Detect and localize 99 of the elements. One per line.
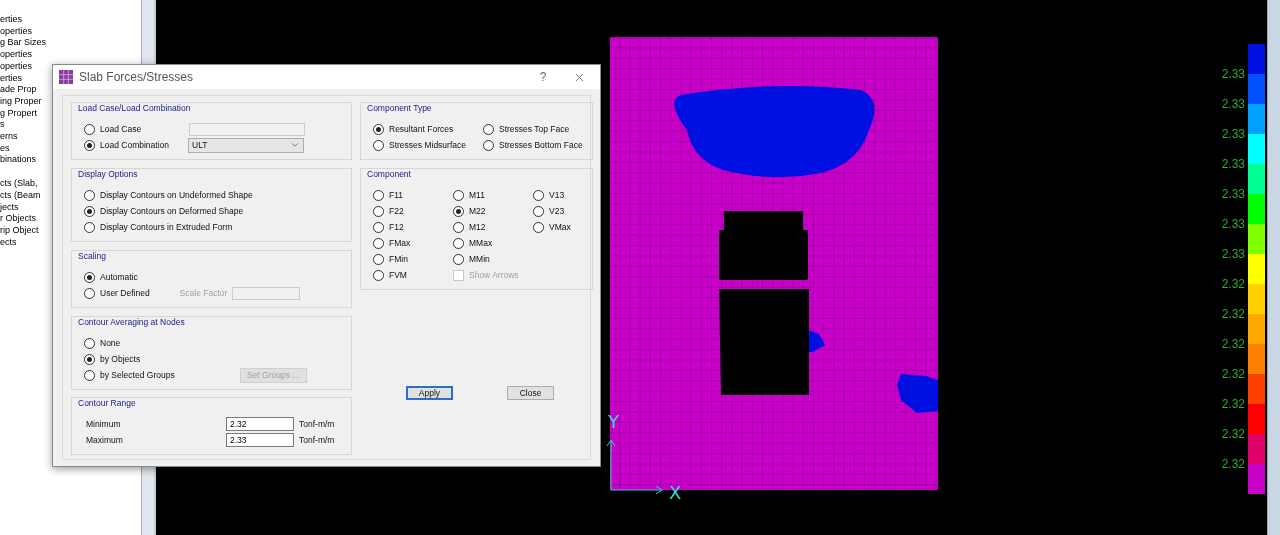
radio-label[interactable]: F11	[389, 190, 404, 200]
legend-label: 2.32	[1221, 397, 1245, 411]
legend-label: 2.33	[1221, 127, 1245, 141]
legend-label: 2.33	[1221, 247, 1245, 261]
radio-label[interactable]: Automatic	[100, 272, 138, 282]
combination-dropdown[interactable]: ULT	[188, 137, 304, 153]
radio-button[interactable]	[84, 189, 95, 201]
grid-icon	[59, 70, 73, 84]
radio-label[interactable]: FVM	[389, 270, 407, 280]
radio-button[interactable]	[453, 205, 464, 217]
radio-label[interactable]: M11	[469, 190, 485, 200]
radio-button[interactable]	[453, 237, 464, 249]
radio-label[interactable]: FMax	[389, 238, 411, 248]
radio-button[interactable]	[533, 221, 544, 233]
x-axis-arrow	[610, 485, 663, 495]
radio-label[interactable]: M22	[469, 206, 486, 216]
radio-label[interactable]: Stresses Bottom Face	[499, 140, 583, 150]
radio-button[interactable]	[84, 337, 95, 349]
tree-item[interactable]: g Bar Sizes	[0, 37, 141, 50]
legend-label: 2.32	[1221, 367, 1245, 381]
radio-label[interactable]: Stresses Top Face	[499, 124, 570, 134]
legend-label: 2.33	[1221, 187, 1245, 201]
window-title: Slab Forces/Stresses	[79, 70, 195, 84]
legend-label: 2.32	[1221, 307, 1245, 321]
legend-label: 2.32	[1221, 427, 1245, 441]
legend-label: 2.33	[1221, 67, 1245, 81]
tree-item[interactable]: operties	[0, 25, 141, 38]
radio-button[interactable]	[373, 221, 384, 233]
legend-label: 2.32	[1221, 277, 1245, 291]
group-title: Scaling	[76, 251, 108, 262]
radio-button[interactable]	[84, 205, 95, 217]
tree-item[interactable]: erties	[0, 14, 141, 26]
radio-button[interactable]	[373, 253, 384, 265]
radio-label[interactable]: MMin	[469, 254, 490, 264]
radio-button[interactable]	[373, 237, 384, 249]
radio-button[interactable]	[84, 123, 95, 135]
radio-button[interactable]	[453, 253, 464, 265]
y-axis-arrow	[606, 439, 616, 491]
load-case-field[interactable]	[189, 122, 306, 136]
radio-button[interactable]	[373, 139, 384, 151]
radio-button[interactable]	[373, 189, 384, 201]
radio-label[interactable]: User Defined	[100, 288, 150, 298]
radio-button[interactable]	[84, 353, 95, 365]
radio-button[interactable]	[84, 139, 95, 151]
radio-label[interactable]: Display Contours on Deformed Shape	[100, 206, 244, 216]
radio-button[interactable]	[84, 369, 95, 381]
radio-button[interactable]	[373, 123, 384, 135]
group-title: Component Type	[365, 103, 434, 114]
unit-label: Tonf-m/m	[299, 419, 335, 429]
radio-label[interactable]: Stresses Midsurface	[389, 140, 466, 150]
radio-label[interactable]: VMax	[549, 222, 571, 232]
chevron-down-icon	[290, 140, 300, 150]
group-title: Component	[365, 169, 413, 180]
group-title: Display Options	[76, 169, 140, 180]
field-label: Scale Factor	[179, 288, 228, 298]
group-title: Contour Averaging at Nodes	[76, 317, 187, 328]
radio-button[interactable]	[373, 205, 384, 217]
radio-button[interactable]	[84, 221, 95, 233]
radio-label[interactable]: M12	[469, 222, 486, 232]
radio-button[interactable]	[453, 189, 464, 201]
radio-label[interactable]: V23	[549, 206, 565, 216]
radio-label[interactable]: V13	[549, 190, 565, 200]
range-field[interactable]: 2.32	[226, 417, 294, 431]
legend-label: 2.32	[1221, 337, 1245, 351]
radio-label[interactable]: Load Combination	[100, 140, 169, 150]
radio-button[interactable]	[373, 269, 384, 281]
radio-label[interactable]: F12	[389, 222, 404, 232]
radio-button[interactable]	[533, 205, 544, 217]
field-label: Maximum	[86, 435, 124, 445]
radio-button[interactable]	[483, 123, 494, 135]
unit-label: Tonf-m/m	[299, 435, 335, 445]
radio-label[interactable]: by Objects	[100, 354, 141, 364]
legend-label: 2.33	[1221, 97, 1245, 111]
radio-label[interactable]: F22	[389, 206, 404, 216]
radio-label[interactable]: FMin	[389, 254, 408, 264]
radio-button[interactable]	[84, 287, 95, 299]
field-label: Minimum	[86, 419, 122, 429]
dialog-button[interactable]: Close	[507, 386, 554, 400]
radio-label[interactable]: Load Case	[100, 124, 142, 134]
radio-label[interactable]: Resultant Forces	[389, 124, 454, 134]
help-button[interactable]: ?	[528, 69, 558, 85]
range-field[interactable]: 2.33	[226, 433, 294, 447]
radio-label[interactable]: MMax	[469, 238, 493, 248]
scale-factor-field[interactable]	[232, 286, 301, 300]
radio-button[interactable]	[84, 271, 95, 283]
group-title: Contour Range	[76, 398, 138, 409]
dialog-button[interactable]: Apply	[406, 386, 453, 400]
radio-label[interactable]: by Selected Groups	[100, 370, 175, 380]
legend-label: 2.33	[1221, 157, 1245, 171]
radio-button[interactable]	[483, 139, 494, 151]
radio-label[interactable]: Display Contours on Undeformed Shape	[100, 190, 253, 200]
legend-label: 2.32	[1221, 457, 1245, 471]
group-title: Load Case/Load Combination	[76, 103, 193, 114]
radio-button[interactable]	[453, 221, 464, 233]
tree-item[interactable]: operties	[0, 49, 141, 61]
radio-button[interactable]	[533, 189, 544, 201]
radio-label[interactable]: Display Contours in Extruded Form	[100, 222, 233, 232]
legend-label: 2.33	[1221, 217, 1245, 231]
radio-label[interactable]: None	[100, 338, 121, 348]
